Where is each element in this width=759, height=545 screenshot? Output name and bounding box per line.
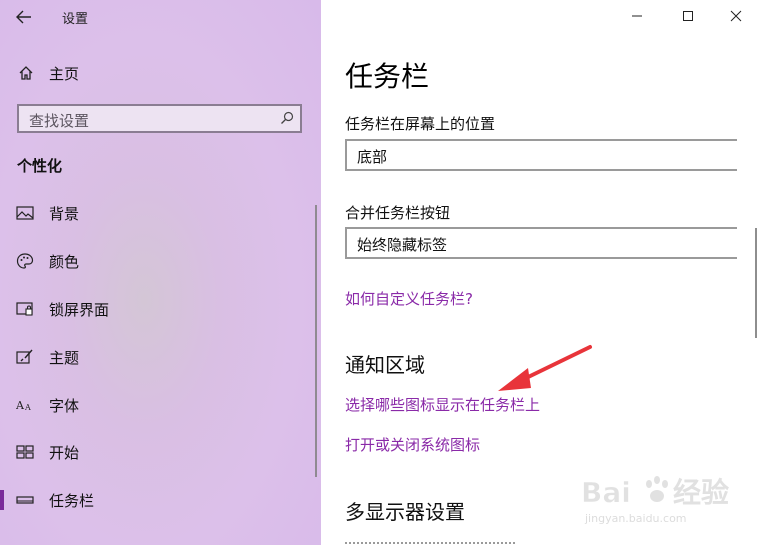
system-icons-link[interactable]: 打开或关闭系统图标 [345,434,480,455]
section-title: 个性化 [17,157,63,175]
nav-item-lockscreen[interactable]: 锁屏界面 [0,292,321,326]
svg-text:jingyan.baidu.com: jingyan.baidu.com [584,512,687,525]
search-placeholder: 查找设置 [29,112,90,130]
customize-taskbar-link[interactable]: 如何自定义任务栏? [345,288,473,309]
page-title: 任务栏 [345,60,430,93]
nav-home[interactable]: 主页 [0,58,321,88]
dropdown-value: 底部 [357,148,388,166]
content-scrollbar[interactable] [755,228,757,338]
nav-item-label: 锁屏界面 [49,301,110,319]
app-title: 设置 [62,12,89,27]
svg-text:A: A [24,403,31,412]
select-icons-link[interactable]: 选择哪些图标显示在任务栏上 [345,394,540,415]
nav-item-label: 颜色 [49,253,80,271]
nav-item-start[interactable]: 开始 [0,435,321,469]
theme-brush-icon [16,349,33,364]
multi-display-heading: 多显示器设置 [345,500,465,524]
svg-text:Bai: Bai [581,476,631,509]
search-settings-input[interactable]: 查找设置 [17,104,302,133]
search-icon [281,111,294,124]
nav-item-label: 字体 [49,397,80,415]
nav-home-label: 主页 [49,65,80,83]
lockscreen-icon [16,302,33,316]
picture-icon [16,206,34,220]
palette-icon [16,253,34,269]
nav-item-label: 开始 [49,444,80,462]
close-button[interactable] [713,0,759,32]
dropdown-value: 始终隐藏标签 [357,236,448,254]
nav-item-taskbar[interactable]: 任务栏 [0,483,321,517]
notification-area-heading: 通知区域 [345,353,425,377]
minimize-icon [632,15,642,17]
close-icon [730,10,742,22]
combine-label: 合并任务栏按钮 [345,204,451,222]
nav-item-background[interactable]: 背景 [0,196,321,230]
nav-item-colors[interactable]: 颜色 [0,244,321,278]
selected-indicator [0,490,4,510]
position-label: 任务栏在屏幕上的位置 [345,115,496,133]
minimize-button[interactable] [614,0,660,32]
baidu-watermark-logo: Bai 经验 jingyan.baidu.com [573,462,753,532]
maximize-button[interactable] [665,0,711,32]
nav-item-fonts[interactable]: A A 字体 [0,388,321,422]
back-button[interactable] [10,3,38,31]
nav-item-label: 背景 [49,205,80,223]
maximize-icon [683,11,693,21]
nav-item-label: 任务栏 [49,492,95,510]
start-tiles-icon [16,445,34,459]
svg-text:经验: 经验 [673,476,729,509]
nav-item-themes[interactable]: 主题 [0,340,321,374]
combine-buttons-dropdown[interactable]: 始终隐藏标签 [345,227,737,259]
font-icon: A A [16,399,31,412]
taskbar-icon [16,496,34,504]
nav-item-label: 主题 [49,349,80,367]
back-arrow-icon [16,10,31,24]
taskbar-position-dropdown[interactable]: 底部 [345,139,737,171]
svg-text:A: A [16,399,25,412]
settings-nav-pane: 设置 主页 查找设置 个性化 背景 颜色 锁屏界面 主题 A A 字体 开始 任… [0,0,321,545]
nav-scrollbar[interactable] [315,205,317,477]
clipped-setting-text [345,538,515,545]
home-icon [19,66,33,80]
titlebar: 设置 [0,0,321,34]
